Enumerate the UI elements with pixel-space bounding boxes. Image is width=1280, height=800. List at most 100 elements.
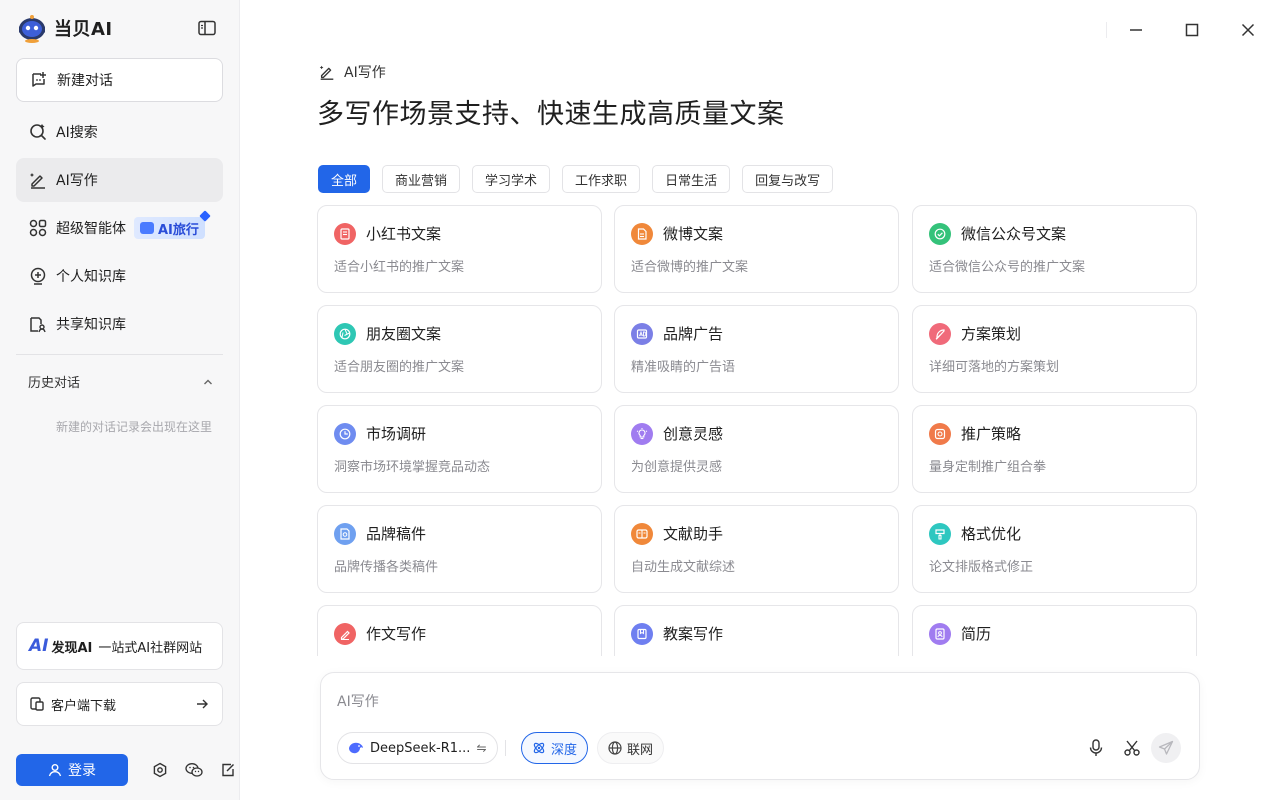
brush-icon — [929, 523, 951, 545]
card-description: 适合小红书的推广文案 — [334, 260, 465, 275]
writing-template-card[interactable]: 品牌稿件 品牌传播各类稿件 — [317, 505, 602, 593]
writing-template-card[interactable]: 创意灵感 为创意提供灵感 — [614, 405, 899, 493]
download-client-button[interactable]: 客户端下载 — [16, 682, 223, 726]
close-window-button[interactable] — [1236, 18, 1260, 42]
card-title: 微博文案 — [663, 225, 724, 243]
document-icon — [631, 223, 653, 245]
writing-template-card[interactable]: 品牌广告 精准吸睛的广告语 — [614, 305, 899, 393]
card-description: 量身定制推广组合拳 — [929, 460, 1047, 475]
maximize-icon — [1185, 23, 1199, 37]
book-icon — [631, 523, 653, 545]
deepseek-whale-icon — [349, 742, 363, 754]
card-description: 适合微信公众号的推广文案 — [929, 260, 1086, 275]
deep-think-toggle[interactable]: 深度 — [521, 732, 589, 764]
prompt-input[interactable] — [337, 691, 1177, 715]
brand[interactable]: 当贝AI — [16, 12, 113, 44]
sidebar-item-personal-kb[interactable]: 个人知识库 — [16, 254, 223, 298]
sidebar-item-label: 个人知识库 — [56, 269, 126, 285]
bulb-icon — [631, 423, 653, 445]
promo-banner[interactable]: AI 发现AI 一站式AI社群网站 — [16, 622, 223, 670]
promo-name: 发现AI — [51, 640, 93, 656]
sidebar-item-ai-search[interactable]: AI搜索 — [16, 110, 223, 154]
login-label: 登录 — [68, 763, 96, 779]
ai-travel-label: AI旅行 — [158, 222, 199, 238]
scissors-icon — [1124, 740, 1140, 756]
sidebar-item-ai-writing[interactable]: AI写作 — [16, 158, 223, 202]
writing-template-card[interactable]: 作文写作 — [317, 605, 602, 656]
tab-2[interactable]: 学习学术 — [472, 165, 551, 193]
writing-template-card[interactable]: 教案写作 — [614, 605, 899, 656]
ad-icon — [631, 323, 653, 345]
writing-template-card[interactable]: 文献助手 自动生成文献综述 — [614, 505, 899, 593]
login-button[interactable]: 登录 — [16, 754, 128, 786]
writing-template-card[interactable]: 市场调研 洞察市场环境掌握竞品动态 — [317, 405, 602, 493]
robot-logo-icon — [19, 15, 45, 43]
collapse-sidebar-button[interactable] — [196, 18, 218, 38]
sidebar-item-shared-kb[interactable]: 共享知识库 — [16, 302, 223, 346]
search-icon — [30, 124, 46, 140]
note-icon — [334, 223, 356, 245]
model-selector[interactable]: DeepSeek-R1... ⇋ — [337, 732, 498, 764]
card-title: 格式优化 — [961, 525, 1022, 543]
wechat-icon — [185, 763, 203, 777]
sidebar: 当贝AI 新建对话 AI搜索 AI写作 超级智能体 AI旅行 个人知识库 共享知… — [0, 0, 240, 800]
edit-note-icon — [222, 763, 234, 777]
writing-template-card[interactable]: 方案策划 详细可落地的方案策划 — [912, 305, 1197, 393]
sidebar-item-super-agent[interactable]: 超级智能体 AI旅行 — [16, 206, 223, 250]
tab-4[interactable]: 日常生活 — [652, 165, 731, 193]
sidebar-item-label: AI写作 — [56, 173, 98, 189]
ai-travel-badge[interactable]: AI旅行 — [134, 210, 211, 239]
web-search-label: 联网 — [627, 742, 654, 758]
history-empty-text: 新建的对话记录会出现在这里 — [55, 420, 212, 434]
card-title: 作文写作 — [366, 625, 427, 643]
maximize-button[interactable] — [1180, 18, 1204, 42]
composer: DeepSeek-R1... ⇋ 深度 联网 — [320, 672, 1200, 780]
feedback-button[interactable] — [219, 761, 237, 779]
card-description: 品牌传播各类稿件 — [334, 560, 439, 575]
download-label: 客户端下载 — [51, 698, 117, 714]
settings-button[interactable] — [151, 761, 169, 779]
devices-icon — [30, 697, 44, 711]
brand-name: 当贝AI — [54, 19, 113, 40]
id-card-icon — [929, 623, 951, 645]
pen-writing-icon — [319, 65, 334, 80]
settings-hex-icon — [153, 762, 167, 778]
writing-template-card[interactable]: 简历 — [912, 605, 1197, 656]
card-description: 洞察市场环境掌握竞品动态 — [334, 460, 491, 475]
writing-template-card[interactable]: 小红书文案 适合小红书的推广文案 — [317, 205, 602, 293]
voice-input-button[interactable] — [1085, 737, 1107, 759]
swap-icon: ⇋ — [476, 741, 487, 755]
composer-separator — [505, 740, 506, 756]
new-chat-icon — [32, 72, 46, 87]
history-header[interactable]: 历史对话 — [28, 372, 214, 391]
send-icon — [1158, 740, 1174, 755]
file-seal-icon — [334, 523, 356, 545]
new-chat-button[interactable]: 新建对话 — [16, 58, 223, 102]
screenshot-button[interactable] — [1121, 737, 1143, 759]
sidebar-divider — [16, 354, 223, 355]
travel-icon — [140, 222, 154, 234]
writing-template-card[interactable]: 推广策略 量身定制推广组合拳 — [912, 405, 1197, 493]
wechat-button[interactable] — [185, 761, 203, 779]
sparkle-icon — [199, 210, 211, 222]
sidebar-item-label: AI搜索 — [56, 125, 98, 141]
writing-template-card[interactable]: 微信公众号文案 适合微信公众号的推广文案 — [912, 205, 1197, 293]
writing-template-card[interactable]: 格式优化 论文排版格式修正 — [912, 505, 1197, 593]
tab-0[interactable]: 全部 — [318, 165, 371, 193]
writing-template-card[interactable]: 朋友圈文案 适合朋友圈的推广文案 — [317, 305, 602, 393]
tab-3[interactable]: 工作求职 — [562, 165, 641, 193]
aperture-icon — [334, 323, 356, 345]
tab-5[interactable]: 回复与改写 — [742, 165, 834, 193]
close-icon — [1241, 23, 1255, 37]
globe-icon — [608, 741, 622, 755]
writing-template-card[interactable]: 微博文案 适合微博的推广文案 — [614, 205, 899, 293]
web-search-toggle[interactable]: 联网 — [597, 732, 665, 764]
tab-1[interactable]: 商业营销 — [382, 165, 461, 193]
minimize-button[interactable] — [1124, 18, 1148, 42]
send-button[interactable] — [1151, 733, 1181, 763]
deep-think-label: 深度 — [551, 742, 578, 758]
card-description: 自动生成文献综述 — [631, 560, 736, 575]
sidebar-toggle-icon — [198, 20, 216, 36]
personal-kb-icon — [30, 267, 46, 285]
chevron-up-icon[interactable] — [202, 376, 214, 388]
